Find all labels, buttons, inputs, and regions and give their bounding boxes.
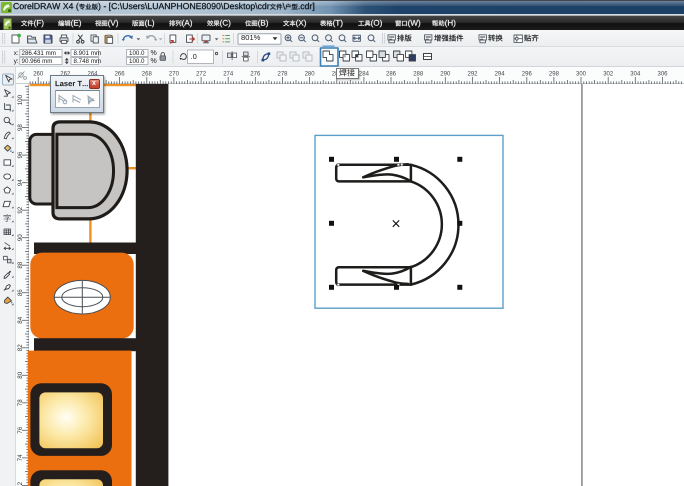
- svg-text:300: 300: [576, 72, 587, 78]
- svg-text:270: 270: [169, 72, 180, 78]
- svg-text:294: 294: [495, 72, 506, 78]
- svg-text:290: 290: [440, 72, 451, 78]
- svg-text:276: 276: [250, 72, 261, 78]
- svg-text:278: 278: [277, 72, 288, 78]
- svg-text:260: 260: [33, 72, 44, 78]
- svg-text:306: 306: [657, 72, 668, 78]
- svg-text:288: 288: [413, 72, 424, 78]
- svg-text:280: 280: [305, 72, 316, 78]
- svg-text:292: 292: [467, 72, 478, 78]
- svg-text:272: 272: [196, 72, 207, 78]
- svg-text:274: 274: [223, 72, 234, 78]
- svg-text:266: 266: [115, 72, 126, 78]
- svg-text:284: 284: [359, 72, 370, 78]
- svg-text:298: 298: [549, 72, 560, 78]
- svg-text:304: 304: [630, 72, 641, 78]
- svg-text:286: 286: [386, 72, 397, 78]
- svg-text:268: 268: [142, 72, 153, 78]
- svg-text:302: 302: [603, 72, 614, 78]
- svg-text:296: 296: [522, 72, 533, 78]
